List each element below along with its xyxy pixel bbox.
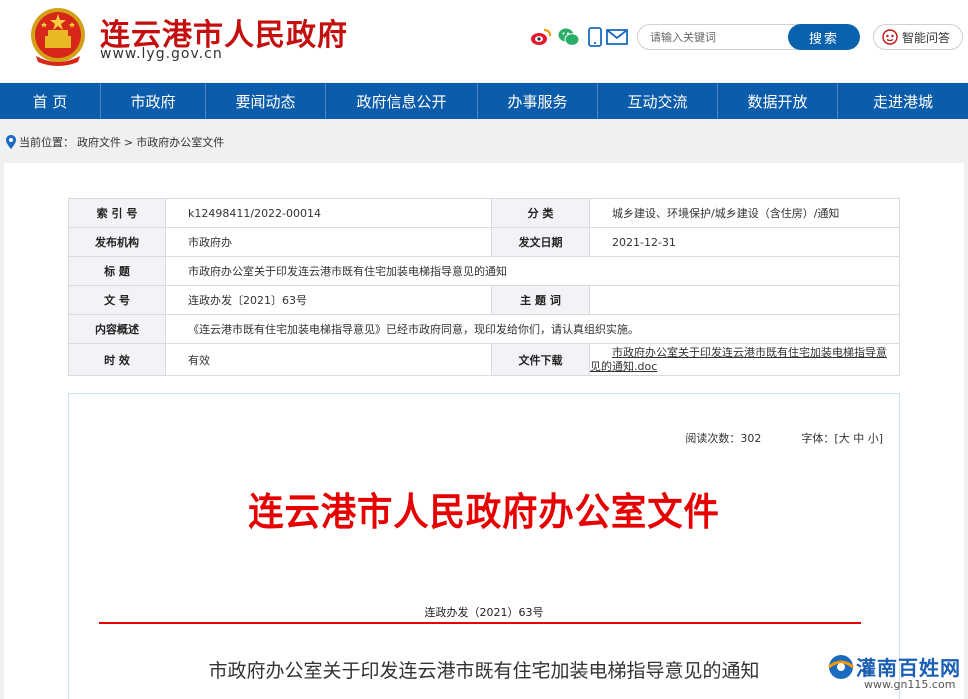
title-label: 标 题 bbox=[68, 256, 166, 286]
nav-item-news[interactable]: 要闻动态 bbox=[206, 83, 326, 119]
nav-item-open-data[interactable]: 数据开放 bbox=[718, 83, 838, 119]
nav-item-about-city[interactable]: 走进港城 bbox=[838, 83, 968, 119]
validity-value: 有效 bbox=[165, 343, 492, 376]
document-title: 市政府办公室关于印发连云港市既有住宅加装电梯指导意见的通知 bbox=[208, 660, 760, 682]
breadcrumb: 当前位置： 政府文件 > 市政府办公室文件 bbox=[6, 134, 224, 150]
download-label: 文件下载 bbox=[491, 343, 590, 376]
smart-qa-label: 智能问答 bbox=[902, 30, 951, 45]
download-cell: 市政府办公室关于印发连云港市既有住宅加装电梯指导意 见的通知.doc bbox=[589, 343, 900, 376]
table-row: 时 效 有效 文件下载 市政府办公室关于印发连云港市既有住宅加装电梯指导意 见的… bbox=[68, 343, 900, 376]
location-pin-icon bbox=[6, 135, 16, 149]
breadcrumb-separator: > bbox=[124, 135, 134, 149]
mobile-icon[interactable] bbox=[584, 26, 606, 48]
weibo-icon[interactable] bbox=[530, 26, 552, 48]
watermark-globe-icon bbox=[828, 655, 854, 679]
download-link-line2[interactable]: 见的通知.doc bbox=[590, 360, 899, 374]
table-row: 标 题 市政府办公室关于印发连云港市既有住宅加装电梯指导意见的通知 bbox=[68, 256, 900, 286]
robot-icon bbox=[882, 29, 898, 45]
summary-label: 内容概述 bbox=[68, 314, 166, 344]
font-small-button[interactable]: 小 bbox=[868, 432, 879, 445]
table-row: 索 引 号 k12498411/2022-00014 分 类 城乡建设、环境保护… bbox=[68, 198, 900, 228]
font-large-button[interactable]: 大 bbox=[839, 432, 850, 445]
font-size-control: 字体：[大 中 小] bbox=[801, 430, 883, 446]
table-row: 内容概述 《连云港市既有住宅加装电梯指导意见》已经市政府同意，现印发给你们，请认… bbox=[68, 314, 900, 344]
document-stats: 阅读次数：302 字体：[大 中 小] bbox=[685, 430, 883, 446]
download-link-line1[interactable]: 市政府办公室关于印发连云港市既有住宅加装电梯指导意 bbox=[590, 346, 899, 360]
font-size-label: 字体：[ bbox=[801, 432, 839, 445]
main-nav: 首 页 市政府 要闻动态 政府信息公开 办事服务 互动交流 数据开放 走进港城 bbox=[0, 83, 968, 119]
breadcrumb-item-gov-docs[interactable]: 政府文件 bbox=[77, 134, 121, 150]
page: 连云港市人民政府 www.lyg.gov.cn 搜索 智能问答 首 页 市政府 … bbox=[0, 0, 968, 699]
issuer-value: 市政府办 bbox=[165, 227, 492, 257]
site-header: 连云港市人民政府 www.lyg.gov.cn 搜索 智能问答 bbox=[0, 0, 968, 82]
mail-icon[interactable] bbox=[606, 26, 628, 48]
wechat-icon[interactable] bbox=[558, 26, 580, 48]
nav-item-info-disclosure[interactable]: 政府信息公开 bbox=[326, 83, 478, 119]
validity-label: 时 效 bbox=[68, 343, 166, 376]
keywords-label: 主 题 词 bbox=[491, 285, 590, 315]
breadcrumb-prefix: 当前位置： bbox=[19, 136, 74, 149]
nav-item-home[interactable]: 首 页 bbox=[0, 83, 101, 119]
index-label: 索 引 号 bbox=[68, 198, 166, 228]
watermark-url: www.gn115.com bbox=[864, 678, 956, 691]
nav-item-government[interactable]: 市政府 bbox=[101, 83, 206, 119]
table-row: 发布机构 市政府办 发文日期 2021-12-31 bbox=[68, 227, 900, 257]
nav-item-services[interactable]: 办事服务 bbox=[478, 83, 598, 119]
content-panel: 索 引 号 k12498411/2022-00014 分 类 城乡建设、环境保护… bbox=[4, 163, 964, 699]
font-size-close: ] bbox=[878, 432, 883, 445]
summary-value: 《连云港市既有住宅加装电梯指导意见》已经市政府同意，现印发给你们，请认真组织实施… bbox=[165, 314, 900, 344]
document-number: 连政办发（2021）63号 bbox=[424, 606, 544, 619]
keywords-value bbox=[589, 285, 900, 315]
title-value: 市政府办公室关于印发连云港市既有住宅加装电梯指导意见的通知 bbox=[165, 256, 900, 286]
search-input[interactable] bbox=[650, 28, 790, 46]
document-header-red: 连云港市人民政府办公室文件 bbox=[248, 489, 720, 534]
index-value: k12498411/2022-00014 bbox=[165, 198, 492, 228]
read-count: 阅读次数：302 bbox=[685, 432, 762, 445]
issuer-label: 发布机构 bbox=[68, 227, 166, 257]
nav-item-interaction[interactable]: 互动交流 bbox=[598, 83, 718, 119]
breadcrumb-item-office-docs[interactable]: 市政府办公室文件 bbox=[136, 134, 224, 150]
docno-value: 连政办发〔2021〕63号 bbox=[165, 285, 492, 315]
font-medium-button[interactable]: 中 bbox=[853, 432, 864, 445]
date-label: 发文日期 bbox=[491, 227, 590, 257]
document-body: 阅读次数：302 字体：[大 中 小] 连云港市人民政府办公室文件 连政办发（2… bbox=[68, 393, 900, 699]
smart-qa-button[interactable]: 智能问答 bbox=[873, 24, 963, 50]
document-meta-table: 索 引 号 k12498411/2022-00014 分 类 城乡建设、环境保护… bbox=[68, 198, 900, 376]
category-value: 城乡建设、环境保护/城乡建设（含住房）/通知 bbox=[589, 198, 900, 228]
category-label: 分 类 bbox=[491, 198, 590, 228]
docno-label: 文 号 bbox=[68, 285, 166, 315]
red-divider bbox=[99, 622, 861, 624]
search-button[interactable]: 搜索 bbox=[788, 24, 860, 50]
watermark-logo: 灌南百姓网 www.gn115.com bbox=[826, 648, 966, 698]
watermark-text: 灌南百姓网 bbox=[856, 656, 961, 680]
national-emblem-icon bbox=[31, 8, 85, 66]
date-value: 2021-12-31 bbox=[589, 227, 900, 257]
site-url: www.lyg.gov.cn bbox=[100, 46, 223, 62]
table-row: 文 号 连政办发〔2021〕63号 主 题 词 bbox=[68, 285, 900, 315]
